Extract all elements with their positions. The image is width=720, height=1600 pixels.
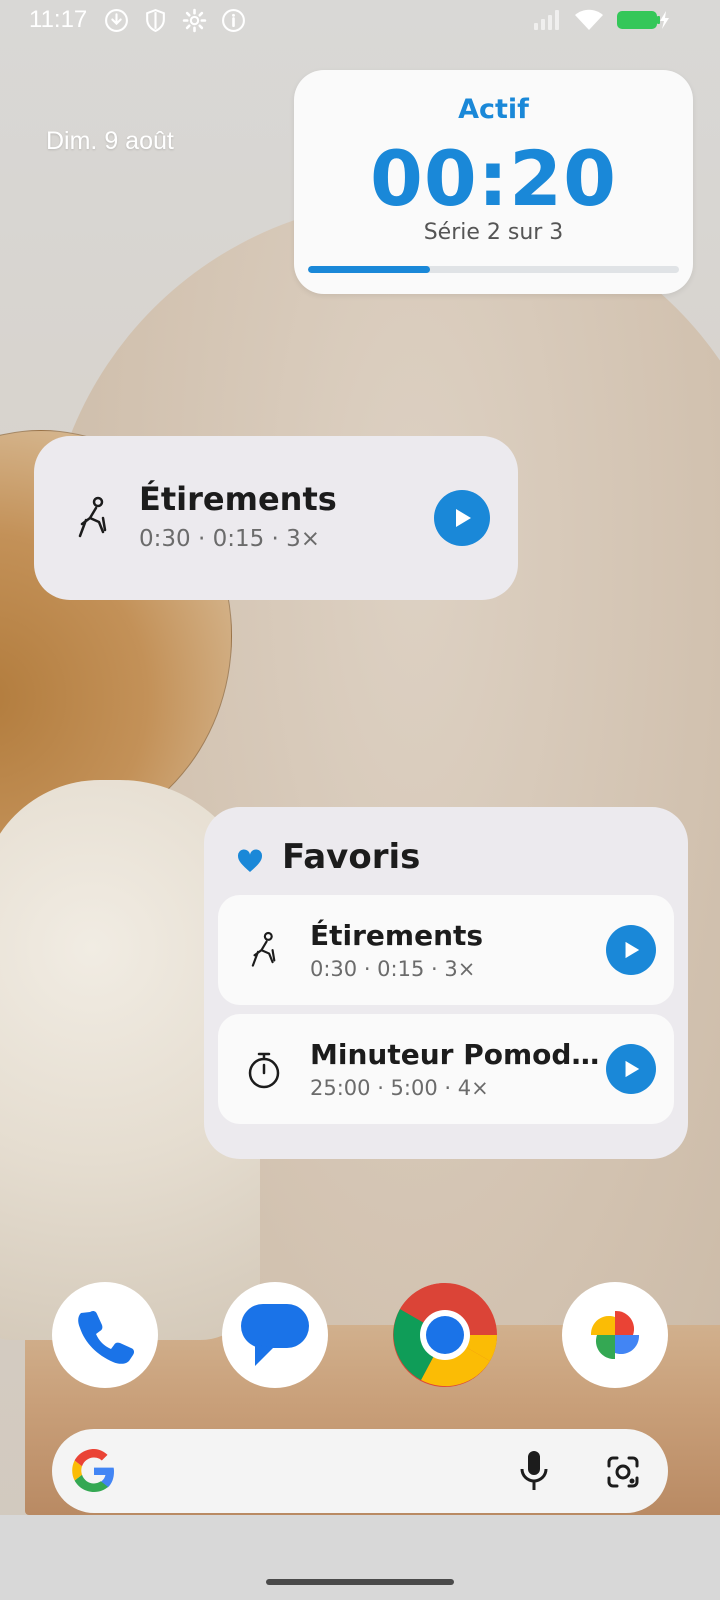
status-icons-right [532,9,670,31]
lens-icon[interactable] [606,1455,640,1489]
active-timer-widget[interactable]: Actif 00:20 Série 2 sur 3 [294,70,693,294]
play-button[interactable] [606,925,656,975]
timer-widget-etirements[interactable]: Étirements 0:30 · 0:15 · 3× [34,436,518,600]
favorite-item-pomodoro[interactable]: Minuteur Pomodoro 25:00 · 5:00 · 4× [218,1014,674,1124]
signal-icon [534,10,559,30]
status-icons-left [104,8,246,33]
play-icon [456,509,471,527]
favorite-item-title: Minuteur Pomodoro [310,1038,600,1071]
photos-icon [590,1310,640,1360]
status-time: 11:17 [29,6,88,33]
app-dock [0,1282,720,1388]
info-icon [222,9,245,32]
favorites-widget: Favoris Étirements 0:30 · 0:15 · 3× Minu… [204,807,688,1159]
timer-progress-bar [308,266,679,273]
timer-progress-fill [308,266,431,273]
phone-icon [78,1310,134,1364]
chrome-app[interactable] [392,1282,498,1388]
timer-status: Actif [458,94,529,125]
battery-charging-icon [617,11,669,29]
play-button[interactable] [606,1044,656,1094]
google-search-bar[interactable] [52,1429,668,1513]
home-indicator[interactable] [266,1579,454,1585]
stretching-icon [78,496,107,538]
date-label[interactable]: Dim. 9 août [46,127,174,156]
photos-app[interactable] [562,1282,668,1388]
heart-icon [237,849,263,872]
stopwatch-icon [248,1052,280,1089]
timer-meta: 0:30 · 0:15 · 3× [139,526,321,552]
favorite-item-title: Étirements [310,919,484,952]
messages-icon [241,1304,309,1366]
timer-set-label: Série 2 sur 3 [423,220,564,245]
messages-app[interactable] [222,1282,328,1388]
chrome-icon [393,1283,497,1387]
wifi-icon [575,9,603,30]
google-icon [72,1449,114,1492]
download-icon [105,9,128,32]
settings-icon [182,8,207,33]
favorite-item-meta: 0:30 · 0:15 · 3× [310,957,476,981]
phone-app[interactable] [52,1282,158,1388]
status-bar: 11:17 [0,0,720,44]
shield-icon [146,8,165,33]
play-icon [625,941,640,959]
stretching-icon [251,931,276,967]
favorites-title: Favoris [282,837,421,877]
microphone-icon[interactable] [518,1449,550,1493]
wallpaper-floor [0,1515,720,1600]
play-icon [625,1060,640,1078]
timer-countdown: 00:20 [370,134,617,223]
favorite-item-meta: 25:00 · 5:00 · 4× [310,1076,489,1100]
favorite-item-etirements[interactable]: Étirements 0:30 · 0:15 · 3× [218,895,674,1005]
timer-title: Étirements [139,480,337,518]
play-button[interactable] [434,490,490,546]
